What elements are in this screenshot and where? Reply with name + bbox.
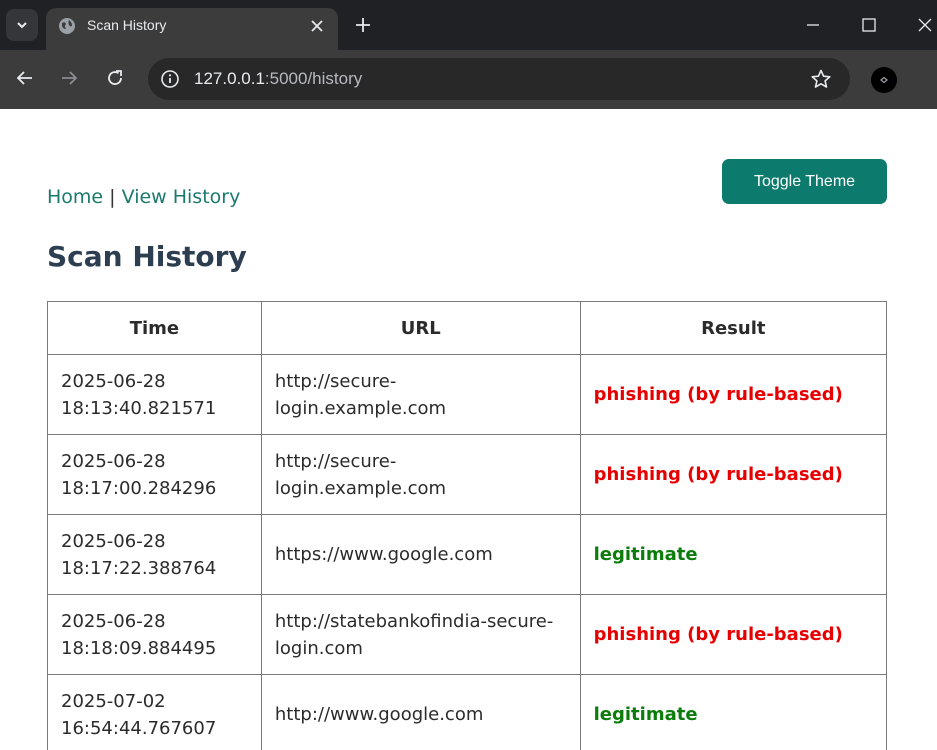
nav-separator: | [109,186,116,208]
url-value: http://statebankofindia-secure- [274,610,554,632]
result-badge: legitimate [593,704,698,725]
url-value: http://secure-login.example.com [274,370,447,419]
browser-toolbar: 127.0.0.1:5000/history [0,50,937,109]
url-host: 127.0.0.1 [194,69,265,88]
result-cell: phishing (by rule-based) [579,354,888,435]
header-url: URL [260,301,581,355]
page-content: Home | View History Toggle Theme Scan Hi… [0,109,937,750]
tab-strip: Scan History [0,0,937,50]
table-header-row: Time URL Result [47,301,888,355]
table-row: 2025-06-28 18:17:00.284296 http://secure-… [47,434,888,515]
url-cell: http://www.google.com [260,674,581,750]
time-cell: 2025-06-28 18:17:00.284296 [47,434,262,515]
result-cell: legitimate [579,514,888,595]
table-row: 2025-06-28 18:18:09.884495 http://stateba… [47,594,888,675]
nav-links: Home | View History [47,186,240,208]
tab-title: Scan History [87,17,167,33]
history-table: Time URL Result 2025-06-28 18:13:40.82157… [47,301,888,750]
url-cell: http://secure-login.example.com [260,354,581,435]
table-row: 2025-06-28 18:17:22.388764 https://www.go… [47,514,888,595]
plus-icon[interactable] [354,16,372,34]
time-clock: 18:17:22.388764 [61,557,217,579]
browser-chrome: Scan History 127.0.0.1:5000/history [0,0,937,109]
profile-avatar-icon [880,76,888,84]
url-value: http://www.google.com [274,704,484,725]
time-date: 2025-06-28 [61,370,166,392]
time-date: 2025-06-28 [61,450,166,472]
time-cell: 2025-06-28 18:17:22.388764 [47,514,262,595]
time-date: 2025-07-02 [61,690,166,712]
page-title: Scan History [47,240,247,273]
forward-icon[interactable] [59,68,79,88]
globe-icon [59,18,75,34]
time-cell: 2025-07-02 16:54:44.767607 [47,674,262,750]
view-history-link[interactable]: View History [122,186,241,208]
tab-search-button[interactable] [6,9,38,41]
time-cell: 2025-06-28 18:13:40.821571 [47,354,262,435]
star-icon[interactable] [810,68,832,90]
maximize-icon[interactable] [860,16,878,34]
minimize-icon[interactable] [804,16,822,34]
address-bar[interactable]: 127.0.0.1:5000/history [148,58,850,100]
time-clock: 16:54:44.767607 [61,717,217,739]
result-badge: phishing (by rule-based) [593,464,843,485]
url-value-continued: login.com [274,637,363,659]
time-clock: 18:17:00.284296 [61,477,217,499]
time-clock: 18:13:40.821571 [61,397,217,419]
result-badge: legitimate [593,544,698,565]
url-cell: https://www.google.com [260,514,581,595]
active-tab[interactable]: Scan History [46,8,338,50]
result-badge: phishing (by rule-based) [593,624,843,645]
table-row: 2025-07-02 16:54:44.767607 http://www.goo… [47,674,888,750]
info-icon[interactable] [160,69,180,89]
url-value: http://secure-login.example.com [274,450,447,499]
header-result: Result [579,301,888,355]
time-date: 2025-06-28 [61,610,166,632]
url-value: https://www.google.com [274,544,493,565]
back-icon[interactable] [15,68,35,88]
url-cell: http://statebankofindia-secure-login.com [260,594,581,675]
result-cell: legitimate [579,674,888,750]
home-link[interactable]: Home [47,186,103,208]
close-icon[interactable] [308,17,326,35]
result-badge: phishing (by rule-based) [593,384,843,405]
result-cell: phishing (by rule-based) [579,594,888,675]
reload-icon[interactable] [105,68,125,88]
result-cell: phishing (by rule-based) [579,434,888,515]
tab-search-icon [17,22,27,29]
time-cell: 2025-06-28 18:18:09.884495 [47,594,262,675]
header-time: Time [47,301,262,355]
time-date: 2025-06-28 [61,530,166,552]
url-path: :5000/history [264,69,363,88]
profile-icon[interactable] [871,67,897,93]
url-text: 127.0.0.1:5000/history [194,69,362,89]
url-cell: http://secure-login.example.com [260,434,581,515]
time-clock: 18:18:09.884495 [61,637,217,659]
table-row: 2025-06-28 18:13:40.821571 http://secure-… [47,354,888,435]
window-close-icon[interactable] [916,16,934,34]
toggle-theme-button[interactable]: Toggle Theme [722,159,887,204]
